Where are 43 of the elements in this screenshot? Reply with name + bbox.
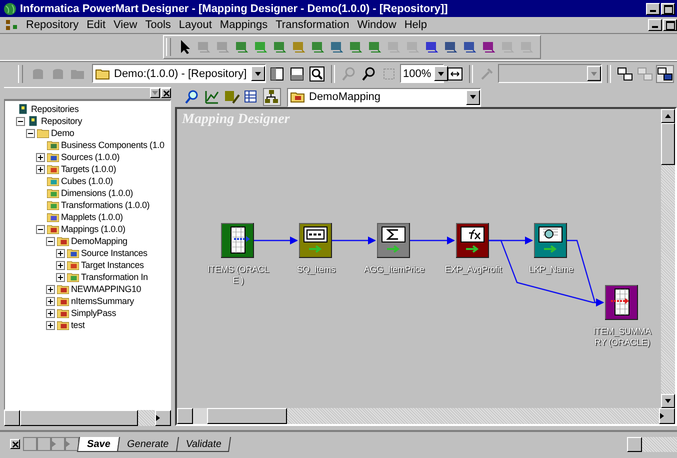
- tree-item[interactable]: SimplyPass: [71, 308, 116, 318]
- menu-item[interactable]: Mappings: [216, 19, 272, 31]
- tree-item[interactable]: Cubes (1.0.0): [61, 176, 113, 186]
- tree-item[interactable]: DemoMapping: [71, 236, 128, 246]
- menu-item[interactable]: Edit: [82, 19, 110, 31]
- node-label: AGG_ItemPrice: [362, 264, 426, 275]
- menu-item[interactable]: Help: [400, 19, 431, 31]
- tree-item[interactable]: Repository: [41, 116, 82, 126]
- sheet-tab[interactable]: Validate: [176, 436, 232, 452]
- tree-item[interactable]: Targets (1.0.0): [61, 164, 116, 174]
- node-label: ITEMS (ORACLE ): [206, 264, 270, 286]
- tree-item[interactable]: Target Instances: [81, 260, 144, 270]
- tree-item[interactable]: Transformation In: [81, 272, 148, 282]
- node-label: LKP_Name: [528, 264, 574, 275]
- tree-item[interactable]: nItemsSummary: [71, 296, 134, 306]
- tree-item[interactable]: Sources (1.0.0): [61, 152, 120, 162]
- tree-item[interactable]: Dimensions (1.0.0): [61, 188, 133, 198]
- menu-item[interactable]: Tools: [141, 19, 175, 31]
- menu-item[interactable]: Window: [353, 19, 400, 31]
- combo-value: Demo:(1.0.0) - [Repository]: [114, 68, 247, 80]
- window-title: Informatica PowerMart Designer - [Mapping Designer - Demo(1.0.0) - [Repository]]: [20, 2, 448, 14]
- node-label: EXP_AvgProfit: [444, 264, 502, 275]
- tree-item[interactable]: test: [71, 320, 85, 330]
- combo-value: 100%: [403, 68, 432, 80]
- tree-item[interactable]: Repositories: [31, 104, 79, 114]
- combo-value: DemoMapping: [309, 91, 381, 103]
- menu-item[interactable]: Transformation: [272, 19, 354, 31]
- menu-item[interactable]: View: [110, 19, 142, 31]
- tree-item[interactable]: Mappings (1.0.0): [61, 224, 126, 234]
- node-label: SQ_Items: [296, 264, 336, 275]
- sheet-tab[interactable]: Save: [76, 436, 120, 452]
- sheet-tab[interactable]: Generate: [117, 436, 180, 452]
- tree-item[interactable]: Source Instances: [81, 248, 148, 258]
- repository-combo[interactable]: Demo:(1.0.0) - [Repository]: [92, 64, 266, 83]
- tree-item[interactable]: Business Components (1.0: [61, 140, 164, 150]
- tree-item[interactable]: Mapplets (1.0.0): [61, 212, 123, 222]
- menu-item[interactable]: Repository: [22, 19, 83, 31]
- tree-item[interactable]: NEWMAPPING10: [71, 284, 142, 294]
- mapping-combo[interactable]: DemoMapping: [287, 88, 481, 106]
- tree-item[interactable]: Demo: [51, 128, 74, 138]
- menu-item[interactable]: Layout: [174, 19, 216, 31]
- node-label: ITEM_SUMMARY (ORACLE): [592, 326, 652, 348]
- tree-item[interactable]: Transformations (1.0.0): [61, 200, 150, 210]
